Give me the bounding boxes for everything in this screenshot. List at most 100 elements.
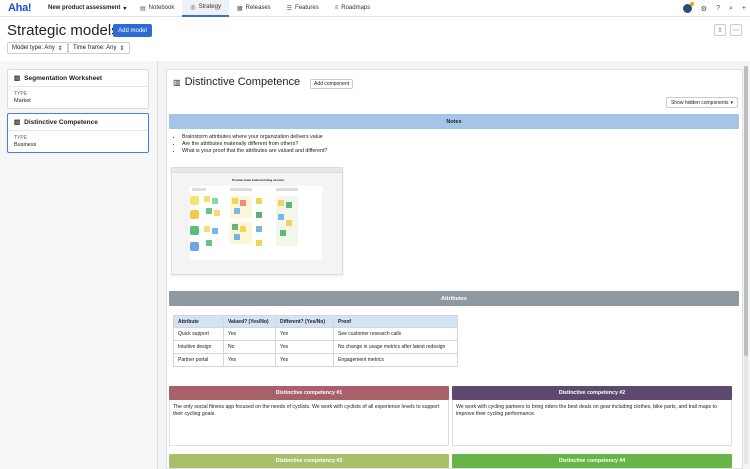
tab-label: Notebook (148, 5, 175, 11)
add-component-button[interactable]: Add component (310, 79, 354, 89)
add-icon[interactable]: + (742, 5, 746, 12)
add-model-button[interactable]: Add model (113, 24, 152, 37)
table-cell[interactable]: Yes (275, 340, 334, 354)
type-value: Business (14, 142, 37, 148)
show-hidden-components-button[interactable]: Show hidden components ▾ (665, 97, 738, 108)
model-card-title: Segmentation Worksheet (24, 74, 103, 82)
tab-label: Roadmaps (341, 5, 371, 11)
model-card-distinctive[interactable]: ▥ Distinctive Competence TYPE Business (7, 113, 149, 153)
model-icon: ▥ (14, 75, 21, 82)
model-card-segmentation[interactable]: ▥ Segmentation Worksheet TYPE Market (7, 69, 149, 109)
table-row: Quick support Yes Yes See customer resea… (173, 327, 458, 341)
table-cell[interactable]: Intuitive design (173, 340, 224, 354)
scrollbar[interactable] (744, 66, 748, 464)
attributes-table: Attribute Valued? (Yes/No) Different? (Y… (173, 315, 458, 367)
competency-header: Distinctive competency #4 (452, 454, 732, 468)
model-icon: ▥ (14, 119, 21, 126)
page-title: Strategic models (7, 22, 119, 39)
type-label: TYPE (14, 135, 28, 141)
filter-label: Model type: Any (12, 45, 55, 51)
competency-card-4[interactable]: Distinctive competency #4 (452, 454, 732, 468)
divider (8, 86, 148, 87)
sort-icon: ⇕ (57, 45, 63, 52)
model-document: ▥ Distinctive Competence Add component S… (166, 69, 743, 469)
header-actions: ⇪ ⋯ (714, 24, 742, 36)
whiteboard-canvas (190, 186, 322, 260)
chevron-down-icon: ▾ (730, 99, 733, 106)
model-icon: ▥ (173, 77, 181, 87)
tab-strategy[interactable]: ◎ Strategy (182, 0, 229, 17)
table-header-row: Attribute Valued? (Yes/No) Different? (Y… (173, 315, 458, 328)
table-row: Intuitive design No Yes No change in usa… (173, 340, 458, 354)
table-cell[interactable]: No (223, 340, 276, 354)
avatar[interactable] (682, 2, 694, 13)
roadmap-icon: ≡ (334, 5, 339, 11)
search-icon[interactable]: ⌕ (729, 5, 733, 13)
top-navigation: Aha! New product assessment ▾ ▤ Notebook … (0, 0, 750, 17)
strategy-icon: ◎ (190, 4, 196, 11)
tab-notebook[interactable]: ▤ Notebook (132, 0, 182, 17)
table-cell[interactable]: Yes (223, 353, 276, 367)
competency-card-2[interactable]: Distinctive competency #2 We work with c… (452, 386, 732, 446)
sort-icon: ⇕ (119, 45, 125, 52)
type-label: TYPE (14, 91, 28, 97)
column-header: Valued? (Yes/No) (223, 315, 276, 328)
column-header: Different? (Yes/No) (275, 315, 334, 328)
model-type-filter[interactable]: Model type: Any ⇕ (7, 42, 68, 54)
table-cell[interactable]: Partner portal (173, 353, 224, 367)
column-header: Attribute (173, 315, 224, 328)
competency-header: Distinctive competency #2 (452, 386, 732, 400)
workspace-switcher[interactable]: New product assessment ▾ (48, 5, 132, 12)
list-icon: ☰ (286, 5, 293, 12)
column-header: Proof (333, 315, 458, 328)
table-cell[interactable]: No change in usage metrics after latest … (333, 340, 458, 354)
scrollbar-thumb[interactable] (744, 66, 748, 356)
notes-list: Brainstorm attributes where your organiz… (176, 134, 746, 155)
table-cell[interactable]: Yes (275, 353, 334, 367)
nav-actions: ⚙ ? ⌕ + (682, 0, 746, 17)
whiteboard-title: Product team brainstorming session (232, 178, 285, 182)
table-cell[interactable]: Quick support (173, 327, 224, 341)
image-toolbar (172, 168, 342, 173)
competency-card-3[interactable]: Distinctive competency #3 (169, 454, 449, 468)
notebook-icon: ▤ (140, 5, 146, 12)
doc-title: ▥ Distinctive Competence (173, 76, 300, 88)
competency-body: We work with cycling partners to bring r… (452, 400, 732, 446)
attributes-header[interactable]: Attributes (169, 291, 739, 306)
aha-logo[interactable]: Aha! (8, 2, 40, 14)
list-item: Brainstorm attributes where your organiz… (182, 134, 746, 141)
calendar-icon: ▦ (236, 5, 243, 12)
workspace-name: New product assessment (48, 5, 121, 11)
tab-label: Features (295, 5, 319, 11)
table-row: Partner portal Yes Yes Engagement metric… (173, 353, 458, 367)
competency-header: Distinctive competency #3 (169, 454, 449, 468)
tab-label: Strategy (198, 4, 221, 10)
model-card-title: Distinctive Competence (24, 118, 98, 126)
list-item: What is your proof that the attributes a… (182, 148, 746, 155)
table-cell[interactable]: Engagement metrics (333, 353, 458, 367)
chevron-down-icon: ▾ (123, 5, 127, 12)
table-cell[interactable]: Yes (275, 327, 334, 341)
whiteboard-image[interactable]: Product team brainstorming session (171, 167, 343, 275)
settings-icon[interactable]: ⚙ (701, 5, 707, 13)
time-frame-filter[interactable]: Time frame: Any ⇕ (68, 42, 130, 54)
list-item: Are the attributes materially different … (182, 141, 746, 148)
more-icon[interactable]: ⋯ (730, 24, 742, 36)
show-hidden-label: Show hidden components (670, 99, 729, 106)
competency-header: Distinctive competency #1 (169, 386, 449, 400)
tab-roadmaps[interactable]: ≡ Roadmaps (327, 0, 379, 17)
table-cell[interactable]: Yes (223, 327, 276, 341)
tab-releases[interactable]: ▦ Releases (229, 0, 279, 17)
share-icon[interactable]: ⇪ (714, 24, 726, 36)
sticky-notes-graphic (190, 188, 298, 251)
tab-label: Releases (245, 5, 271, 11)
model-list: ▥ Segmentation Worksheet TYPE Market ▥ Dis… (0, 61, 158, 469)
competency-card-1[interactable]: Distinctive competency #1 The only socia… (169, 386, 449, 446)
filter-label: Time frame: Any (73, 45, 117, 51)
doc-title-text: Distinctive Competence (184, 76, 301, 88)
table-cell[interactable]: See customer research calls (333, 327, 458, 341)
tab-features[interactable]: ☰ Features (279, 0, 327, 17)
notes-header[interactable]: Notes (169, 114, 739, 129)
model-canvas: ▥ Distinctive Competence Add component S… (158, 61, 750, 469)
help-icon[interactable]: ? (716, 5, 720, 12)
